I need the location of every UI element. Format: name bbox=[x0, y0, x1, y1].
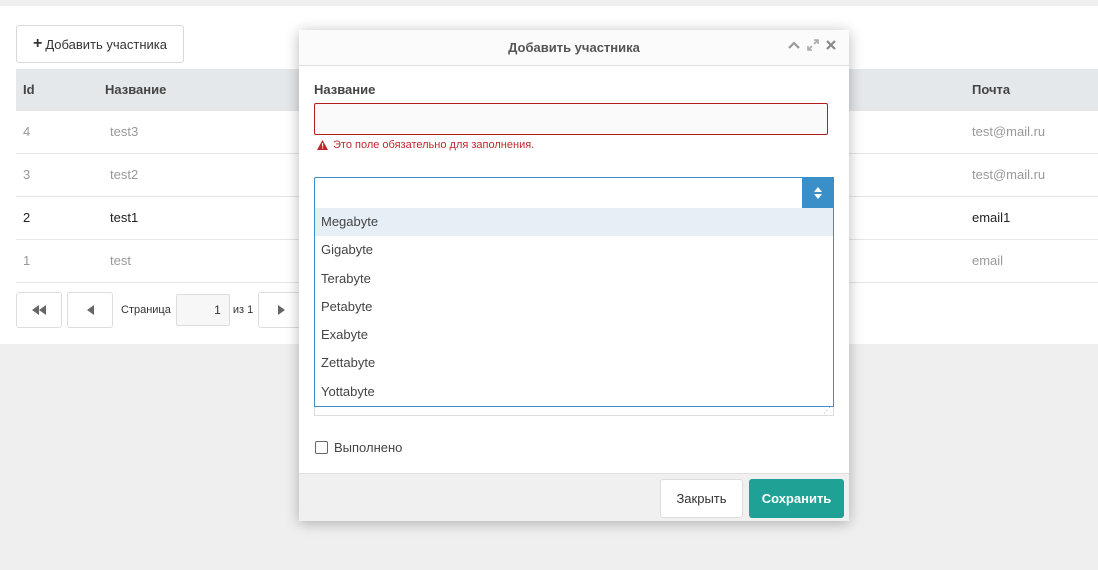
page-total-label: из 1 bbox=[232, 304, 254, 316]
cell-id: 1 bbox=[16, 238, 98, 283]
dropdown-option[interactable]: Megabyte bbox=[315, 208, 833, 237]
dropdown-option[interactable]: Terabyte bbox=[315, 265, 833, 293]
cell-email: test@mail.ru bbox=[965, 152, 1098, 196]
done-checkbox-row: Выполнено bbox=[315, 440, 402, 455]
resize-grip-icon[interactable]: ⋰ bbox=[823, 407, 831, 415]
first-page-button[interactable] bbox=[16, 292, 62, 328]
left-arrow-icon bbox=[86, 305, 94, 315]
plus-icon: + bbox=[33, 35, 43, 52]
next-page-button[interactable] bbox=[258, 292, 305, 328]
cell-id: 2 bbox=[16, 195, 98, 239]
add-participant-button[interactable]: + Добавить участника bbox=[16, 25, 184, 63]
dropdown-option[interactable]: Exabyte bbox=[315, 321, 833, 349]
dropdown-option[interactable]: Yottabyte bbox=[315, 378, 833, 406]
error-text: Это поле обязательно для заполнения. bbox=[333, 139, 535, 151]
done-checkbox-label[interactable]: Выполнено bbox=[334, 440, 402, 455]
close-icon[interactable] bbox=[826, 40, 836, 50]
collapse-icon[interactable] bbox=[788, 41, 800, 49]
right-arrow-icon bbox=[277, 305, 285, 315]
name-error-message: Это поле обязательно для заполнения. bbox=[317, 139, 534, 151]
warning-icon bbox=[317, 140, 328, 150]
maximize-icon[interactable] bbox=[807, 39, 819, 51]
cell-id: 4 bbox=[16, 109, 98, 153]
add-participant-dialog: Добавить участника Название Это поле обя… bbox=[299, 30, 849, 521]
double-left-arrow-icon bbox=[32, 305, 46, 315]
cell-id: 3 bbox=[16, 152, 98, 196]
save-button[interactable]: Сохранить bbox=[749, 479, 844, 518]
page-label: Страница bbox=[121, 304, 171, 316]
add-participant-label: Добавить участника bbox=[45, 36, 168, 52]
unit-select[interactable] bbox=[314, 177, 834, 209]
description-textarea[interactable]: ⋰ bbox=[314, 407, 834, 416]
close-button[interactable]: Закрыть bbox=[660, 479, 743, 518]
dialog-title: Добавить участника bbox=[508, 40, 640, 55]
dialog-tools bbox=[788, 39, 836, 51]
dialog-footer: Закрыть Сохранить bbox=[299, 473, 849, 521]
sort-arrows-icon bbox=[814, 187, 822, 199]
name-field[interactable] bbox=[314, 103, 828, 135]
cell-email: email1 bbox=[965, 195, 1098, 239]
select-toggle-button[interactable] bbox=[802, 177, 834, 209]
page-number-input[interactable]: 1 bbox=[175, 294, 230, 326]
dropdown-option[interactable]: Zettabyte bbox=[315, 349, 833, 377]
dropdown-option[interactable]: Petabyte bbox=[315, 293, 833, 321]
cell-email: email bbox=[965, 238, 1098, 283]
dialog-header[interactable]: Добавить участника bbox=[299, 30, 849, 66]
unit-dropdown-list: Megabyte Gigabyte Terabyte Petabyte Exab… bbox=[314, 208, 834, 407]
cell-email: test@mail.ru bbox=[965, 109, 1098, 153]
name-field-label: Название bbox=[314, 82, 376, 97]
column-header-id[interactable]: Id bbox=[16, 69, 98, 110]
dropdown-option[interactable]: Gigabyte bbox=[315, 236, 833, 264]
pagination: Страница 1 из 1 bbox=[16, 292, 309, 328]
column-header-email[interactable]: Почта bbox=[965, 69, 1098, 110]
done-checkbox[interactable] bbox=[315, 441, 328, 454]
prev-page-button[interactable] bbox=[67, 292, 113, 328]
